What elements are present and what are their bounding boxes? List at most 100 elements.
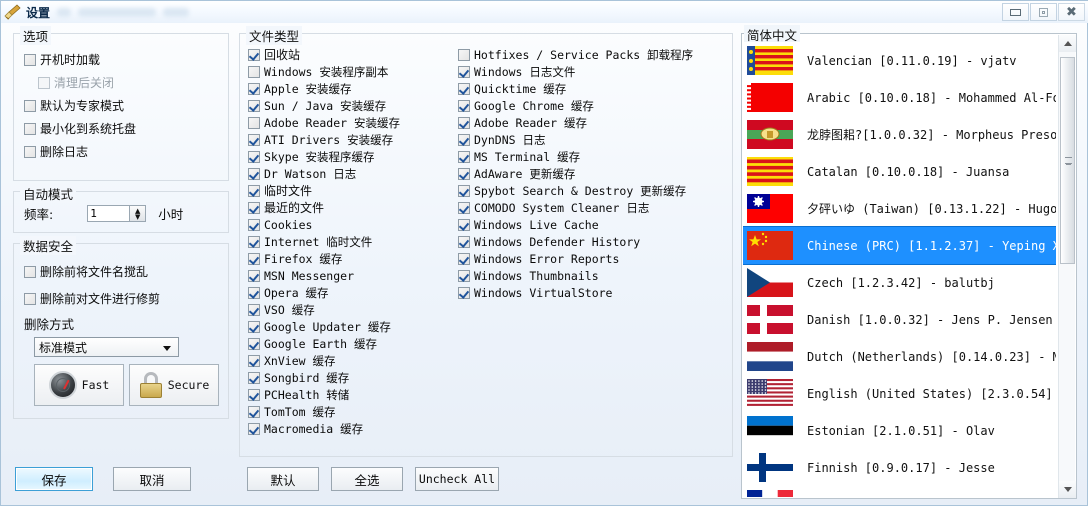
filetype-checkbox-c1-13[interactable]: MSN Messenger xyxy=(248,267,400,284)
filetype-checkbox-c2-6[interactable]: MS Terminal 缓存 xyxy=(458,148,693,165)
filetype-checkbox-c1-9[interactable]: 最近的文件 xyxy=(248,199,400,216)
filetype-checkbox-c2-5[interactable]: DynDNS 日志 xyxy=(458,131,693,148)
filetype-checkbox-c2-1[interactable]: Windows 日志文件 xyxy=(458,63,693,80)
filetype-checkbox-c2-4[interactable]: Adobe Reader 缓存 xyxy=(458,114,693,131)
filetype-checkbox-c2-0[interactable]: Hotfixes / Service Packs 卸载程序 xyxy=(458,46,693,63)
filetype-checkbox-c1-6[interactable]: Skype 安装程序缓存 xyxy=(248,148,400,165)
checkbox-icon[interactable] xyxy=(248,252,260,265)
checkbox-icon[interactable] xyxy=(458,201,470,214)
filetype-checkbox-c1-12[interactable]: Firefox 缓存 xyxy=(248,250,400,267)
checkbox-icon[interactable] xyxy=(458,133,470,146)
filetype-checkbox-c2-9[interactable]: COMODO System Cleaner 日志 xyxy=(458,199,693,216)
checkbox-icon[interactable] xyxy=(458,235,470,248)
checkbox-icon[interactable] xyxy=(458,99,470,112)
cancel-button[interactable]: 取消 xyxy=(113,467,191,491)
checkbox-icon[interactable] xyxy=(248,320,260,333)
checkbox-icon[interactable] xyxy=(248,337,260,350)
delete-method-select[interactable]: 标准模式 xyxy=(34,337,179,357)
filetype-checkbox-c1-17[interactable]: Google Earth 缓存 xyxy=(248,335,400,352)
save-button[interactable]: 保存 xyxy=(15,467,93,491)
checkbox-icon[interactable] xyxy=(248,82,260,95)
filetype-checkbox-c1-20[interactable]: PCHealth 转储 xyxy=(248,386,400,403)
frequency-stepper[interactable]: 1 ▲ ▼ xyxy=(87,205,147,222)
checkbox-icon[interactable] xyxy=(458,82,470,95)
checkbox-icon[interactable] xyxy=(248,150,260,163)
checkbox-icon[interactable] xyxy=(458,116,470,129)
scrollbar-thumb[interactable] xyxy=(1060,57,1075,264)
checkbox-icon[interactable] xyxy=(248,99,260,112)
filetype-checkbox-c2-3[interactable]: Google Chrome 缓存 xyxy=(458,97,693,114)
filetype-checkbox-c1-1[interactable]: Windows 安装程序副本 xyxy=(248,63,400,80)
filetype-checkbox-c2-11[interactable]: Windows Defender History xyxy=(458,233,693,250)
close-button[interactable]: ✖ xyxy=(1058,3,1085,21)
filetype-checkbox-c1-21[interactable]: TomTom 缓存 xyxy=(248,403,400,420)
option-checkbox-0[interactable]: 开机时加载 xyxy=(24,48,136,71)
checkbox-icon[interactable] xyxy=(248,65,260,78)
checkbox-icon[interactable] xyxy=(248,286,260,299)
filetype-checkbox-c1-16[interactable]: Google Updater 缓存 xyxy=(248,318,400,335)
filetype-checkbox-c1-10[interactable]: Cookies xyxy=(248,216,400,233)
filetype-checkbox-c1-15[interactable]: VSO 缓存 xyxy=(248,301,400,318)
checkbox-icon[interactable] xyxy=(458,269,470,282)
filetype-checkbox-c2-13[interactable]: Windows Thumbnails xyxy=(458,267,693,284)
filetype-checkbox-c1-5[interactable]: ATI Drivers 安装缓存 xyxy=(248,131,400,148)
filetype-checkbox-c2-8[interactable]: Spybot Search & Destroy 更新缓存 xyxy=(458,182,693,199)
checkbox-icon[interactable] xyxy=(248,405,260,418)
language-list[interactable]: Valencian [0.11.0.19] - vjatv Arabic [0.1… xyxy=(743,42,1056,497)
filetype-checkbox-c2-7[interactable]: AdAware 更新缓存 xyxy=(458,165,693,182)
checkbox-icon[interactable] xyxy=(38,76,50,89)
language-list-item[interactable]: Arabic [0.10.0.18] - Mohammed Al-Foulad xyxy=(743,79,1056,116)
checkbox-icon[interactable] xyxy=(248,354,260,367)
checkbox-icon[interactable] xyxy=(248,422,260,435)
checkbox-icon[interactable] xyxy=(248,48,260,61)
filetype-checkbox-c2-10[interactable]: Windows Live Cache xyxy=(458,216,693,233)
language-list-item[interactable]: Estonian [2.1.0.51] - Olav xyxy=(743,412,1056,449)
language-list-item[interactable]: Finnish [0.9.0.17] - Jesse xyxy=(743,449,1056,486)
checkbox-icon[interactable] xyxy=(24,99,36,112)
checkbox-icon[interactable] xyxy=(458,167,470,180)
checkbox-icon[interactable] xyxy=(248,235,260,248)
checkbox-icon[interactable] xyxy=(24,53,36,66)
checkbox-icon[interactable] xyxy=(24,145,36,158)
filetypes-button-2[interactable]: Uncheck All xyxy=(415,467,499,491)
frequency-input[interactable]: 1 xyxy=(87,205,130,222)
filetype-checkbox-c1-7[interactable]: Dr Watson 日志 xyxy=(248,165,400,182)
filetype-checkbox-c1-2[interactable]: Apple 安装缓存 xyxy=(248,80,400,97)
language-list-item[interactable]: English (United States) [2.3.0.54] - Kyl… xyxy=(743,375,1056,412)
checkbox-icon[interactable] xyxy=(458,286,470,299)
option-checkbox-3[interactable]: 最小化到系统托盘 xyxy=(24,117,136,140)
language-list-scrollbar[interactable] xyxy=(1058,35,1076,498)
checkbox-icon[interactable] xyxy=(458,184,470,197)
checkbox-icon[interactable] xyxy=(458,48,470,61)
checkbox-icon[interactable] xyxy=(248,303,260,316)
filetype-checkbox-c1-14[interactable]: Opera 缓存 xyxy=(248,284,400,301)
language-list-item[interactable]: Danish [1.0.0.32] - Jens P. Jensen Tonaj… xyxy=(743,301,1056,338)
scroll-up-button[interactable] xyxy=(1059,35,1076,52)
filetype-checkbox-c1-18[interactable]: XnView 缓存 xyxy=(248,352,400,369)
checkbox-icon[interactable] xyxy=(458,65,470,78)
filetype-checkbox-c2-2[interactable]: Quicktime 缓存 xyxy=(458,80,693,97)
option-checkbox-4[interactable]: 删除日志 xyxy=(24,140,136,163)
filetypes-button-1[interactable]: 全选 xyxy=(331,467,403,491)
checkbox-icon[interactable] xyxy=(458,150,470,163)
filetype-checkbox-c1-3[interactable]: Sun / Java 安装缓存 xyxy=(248,97,400,114)
language-list-item[interactable]: Chinese (PRC) [1.1.2.37] - Yeping Xiao xyxy=(743,226,1056,265)
checkbox-icon[interactable] xyxy=(248,388,260,401)
checkbox-icon[interactable] xyxy=(248,218,260,231)
option-checkbox-1[interactable]: 清理后关闭 xyxy=(24,71,136,94)
filetypes-button-0[interactable]: 默认 xyxy=(247,467,319,491)
secure-mode-button[interactable]: Secure xyxy=(129,364,219,406)
language-list-item[interactable]: 龙脖图耜?[1.0.0.32] - Morpheus Presolski xyxy=(743,116,1056,153)
fast-mode-button[interactable]: Fast xyxy=(34,364,124,406)
maximize-button[interactable] xyxy=(1030,3,1057,21)
checkbox-icon[interactable] xyxy=(248,371,260,384)
checkbox-icon[interactable] xyxy=(248,184,260,197)
filetype-checkbox-c1-11[interactable]: Internet 临时文件 xyxy=(248,233,400,250)
checkbox-icon[interactable] xyxy=(458,218,470,231)
language-list-item[interactable]: Czech [1.2.3.42] - balutbj xyxy=(743,264,1056,301)
scroll-down-button[interactable] xyxy=(1059,481,1076,498)
checkbox-icon[interactable] xyxy=(248,133,260,146)
checkbox-icon[interactable] xyxy=(24,265,36,278)
checkbox-icon[interactable] xyxy=(248,116,260,129)
checkbox-icon[interactable] xyxy=(458,252,470,265)
